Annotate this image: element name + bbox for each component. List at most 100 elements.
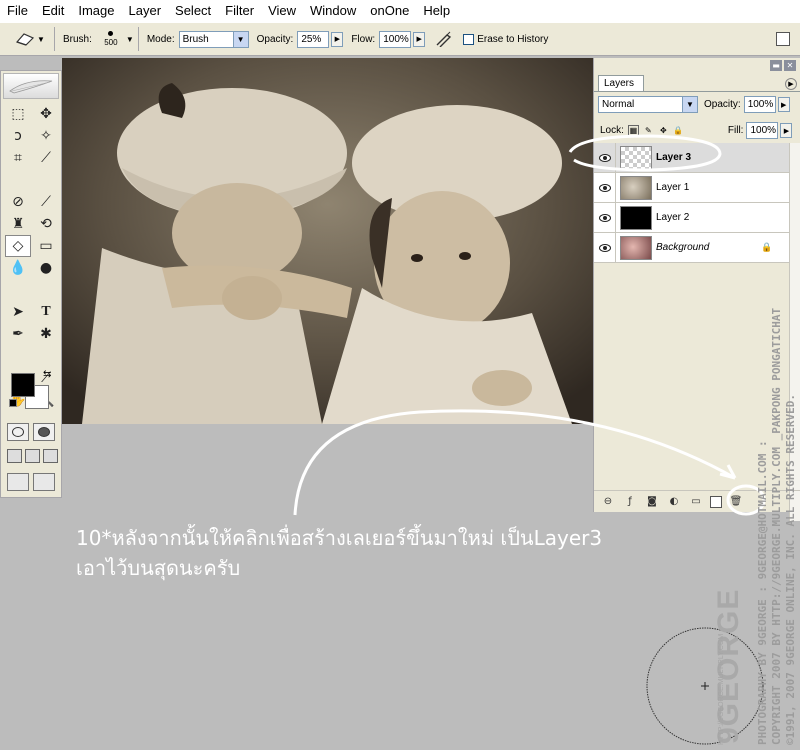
layer-opacity-slider-button[interactable]: ▶ <box>777 97 790 112</box>
lock-transparency-icon[interactable]: ▦ <box>627 125 639 136</box>
magic-wand-tool-icon[interactable]: ✧ <box>33 125 59 147</box>
lock-label: Lock: <box>600 125 624 136</box>
stamp-tool-icon[interactable]: ♜ <box>5 213 31 235</box>
layer-opacity-input[interactable]: 100% <box>743 96 776 113</box>
eraser-tool-icon[interactable]: ◇ <box>5 235 31 257</box>
separator <box>5 345 59 350</box>
menu-onone[interactable]: onOne <box>363 0 416 22</box>
palette-well-icon[interactable] <box>776 32 790 46</box>
imageready-icon[interactable] <box>7 473 29 491</box>
dodge-tool-icon[interactable]: ● <box>33 257 59 279</box>
erase-to-history-checkbox[interactable] <box>463 33 475 45</box>
separator <box>137 27 139 51</box>
full-screen-menu-mode-button[interactable] <box>25 449 40 463</box>
watermark-line-2: COPYRIGHT 2007 BY HTTP://9GEORGE.MULTIPL… <box>770 307 783 745</box>
menu-window[interactable]: Window <box>303 0 363 22</box>
lock-image-icon[interactable]: ✎ <box>643 125 654 136</box>
close-icon[interactable]: ✕ <box>784 60 796 71</box>
marquee-tool-icon[interactable]: ⬚ <box>5 103 31 125</box>
history-brush-tool-icon[interactable]: ⟲ <box>33 213 59 235</box>
brush-picker[interactable]: 500 <box>102 31 120 47</box>
separator <box>54 27 55 51</box>
opacity-label: Opacity: <box>256 33 294 45</box>
airbrush-icon <box>436 31 452 47</box>
opacity-slider-button[interactable]: ▶ <box>331 31 344 47</box>
slice-tool-icon[interactable]: ⟋ <box>33 147 59 169</box>
healing-brush-tool-icon[interactable]: ⊘ <box>5 191 31 213</box>
layer-row-layer-1[interactable]: Layer 1 <box>594 172 800 203</box>
menu-filter[interactable]: Filter <box>218 0 261 22</box>
tool-preset-picker[interactable]: ▼ <box>10 27 50 51</box>
layer-style-icon[interactable]: ƒ <box>622 495 638 509</box>
layer-thumbnail <box>620 205 652 230</box>
flow-value: 100% <box>383 33 409 45</box>
fill-slider-button[interactable]: ▶ <box>780 123 793 138</box>
fill-input[interactable]: 100% <box>746 122 779 139</box>
foreground-color-swatch[interactable] <box>11 373 35 397</box>
visibility-toggle[interactable] <box>594 202 616 233</box>
new-group-icon[interactable]: ▭ <box>688 495 704 509</box>
menu-layer[interactable]: Layer <box>122 0 169 22</box>
layer-row-layer-2[interactable]: Layer 2 <box>594 202 800 233</box>
new-layer-icon[interactable] <box>710 495 722 508</box>
tab-layers[interactable]: Layers <box>598 75 644 91</box>
layer-list: Layer 3 Layer 1 Layer 2 Background 🔒 <box>594 142 800 263</box>
chevron-down-icon[interactable]: ▼ <box>126 35 134 44</box>
layer-name: Background <box>656 242 710 253</box>
separator <box>5 169 59 174</box>
eye-icon <box>598 243 611 252</box>
plugin-icon[interactable] <box>33 473 55 491</box>
swap-colors-icon[interactable]: ⇆ <box>43 369 51 380</box>
jump-to-imageready <box>7 473 57 491</box>
layer-row-background[interactable]: Background 🔒 <box>594 232 800 263</box>
flow-slider-button[interactable]: ▶ <box>413 31 426 47</box>
default-colors-icon[interactable] <box>9 399 17 407</box>
layer-opacity-label: Opacity: <box>704 99 741 110</box>
menu-image[interactable]: Image <box>71 0 121 22</box>
move-tool-icon[interactable]: ✥ <box>33 103 59 125</box>
brush-label: Brush: <box>63 33 92 45</box>
standard-screen-mode-button[interactable] <box>7 449 22 463</box>
minimize-icon[interactable]: ▬ <box>770 60 782 71</box>
menu-view[interactable]: View <box>261 0 303 22</box>
caption-line-2: เอาไว้บนสุดนะครับ <box>76 556 241 580</box>
menu-edit[interactable]: Edit <box>35 0 71 22</box>
lock-position-icon[interactable]: ✥ <box>658 125 669 136</box>
trash-icon[interactable]: 🗑 <box>728 495 744 509</box>
menu-select[interactable]: Select <box>168 0 218 22</box>
mode-select[interactable]: Brush ▼ <box>178 30 249 48</box>
visibility-toggle[interactable] <box>594 232 616 263</box>
quick-mask-mode-button[interactable] <box>33 423 55 441</box>
menu-bar: File Edit Image Layer Select Filter View… <box>0 0 800 22</box>
type-tool-icon[interactable]: T <box>33 301 59 323</box>
flow-input[interactable]: 100% <box>379 30 412 48</box>
visibility-toggle[interactable] <box>594 142 616 173</box>
adjustment-layer-icon[interactable]: ◐ <box>666 495 682 509</box>
path-selection-tool-icon[interactable]: ➤ <box>5 301 31 323</box>
mode-label: Mode: <box>146 33 175 45</box>
standard-mode-button[interactable] <box>7 423 29 441</box>
blend-mode-select[interactable]: Normal ▼ <box>598 96 698 113</box>
crop-tool-icon[interactable]: ⌗ <box>5 147 31 169</box>
blur-tool-icon[interactable]: 💧 <box>5 257 31 279</box>
menu-help[interactable]: Help <box>416 0 457 22</box>
full-screen-mode-button[interactable] <box>43 449 58 463</box>
link-layers-icon[interactable]: ⊖ <box>600 495 616 509</box>
lasso-tool-icon[interactable]: ↄ <box>5 125 31 147</box>
panel-menu-icon[interactable]: ▶ <box>785 78 797 90</box>
airbrush-button[interactable] <box>435 31 455 47</box>
pen-tool-icon[interactable]: ✒ <box>5 323 31 345</box>
lock-row: Lock: ▦ ✎ ✥ 🔒 Fill: 100% ▶ <box>600 122 793 139</box>
lock-all-icon[interactable]: 🔒 <box>673 125 684 136</box>
opacity-input[interactable]: 25% <box>297 30 330 48</box>
image-canvas[interactable] <box>62 58 593 424</box>
menu-file[interactable]: File <box>0 0 35 22</box>
gradient-tool-icon[interactable]: ▭ <box>33 235 59 257</box>
toolbox: ⬚ ✥ ↄ ✧ ⌗ ⟋ ⊘ ⟋ ♜ ⟲ ◇ ▭ 💧 ● ➤ T ✒ ✱ ▤ ⟋ … <box>0 70 62 498</box>
shape-tool-icon[interactable]: ✱ <box>33 323 59 345</box>
visibility-toggle[interactable] <box>594 172 616 203</box>
layer-row-layer-3[interactable]: Layer 3 <box>594 142 800 173</box>
layer-mask-icon[interactable]: ◙ <box>644 495 660 509</box>
brush-tool-icon[interactable]: ⟋ <box>33 191 59 213</box>
eye-icon <box>598 213 611 222</box>
